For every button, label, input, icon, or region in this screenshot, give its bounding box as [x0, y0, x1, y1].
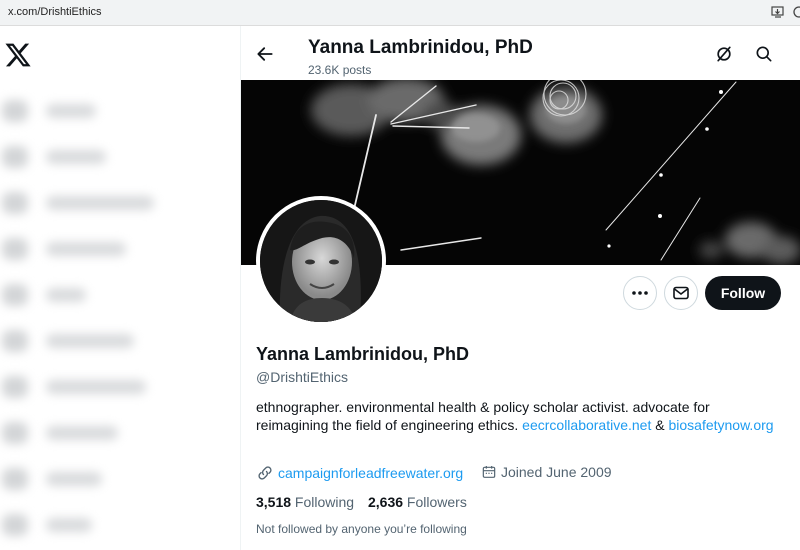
- joined-text: Joined June 2009: [501, 464, 612, 480]
- bio-ampersand: &: [651, 417, 669, 433]
- header-post-count: 23.6K posts: [308, 63, 372, 77]
- browser-address-bar[interactable]: x.com/DrishtiEthics: [0, 0, 800, 26]
- message-icon: [673, 286, 689, 300]
- followers-count: 2,636: [368, 494, 404, 510]
- more-icon: [632, 291, 648, 295]
- followers-stat[interactable]: 2,636 Followers: [368, 494, 467, 510]
- header-title: Yanna Lambrinidou, PhD: [308, 37, 533, 58]
- profile-bio: ethnographer. environmental health & pol…: [256, 398, 776, 434]
- profile-header-bar: Yanna Lambrinidou, PhD 23.6K posts: [241, 26, 800, 80]
- url-text[interactable]: x.com/DrishtiEthics: [8, 6, 102, 18]
- followers-label: Followers: [403, 494, 467, 510]
- profile-handle: @DrishtiEthics: [256, 369, 349, 385]
- nav-item-home[interactable]: [0, 98, 200, 124]
- following-stat[interactable]: 3,518 Following: [256, 494, 354, 510]
- profile-join-date: Joined June 2009: [481, 464, 612, 480]
- more-options-button[interactable]: [623, 276, 657, 310]
- extension-icon[interactable]: [792, 5, 800, 19]
- bio-link-biosafety[interactable]: biosafetynow.org: [668, 417, 773, 433]
- left-navigation-sidebar: [0, 26, 241, 550]
- website-link[interactable]: campaignforleadfreewater.org: [278, 465, 463, 481]
- nav-item-more[interactable]: [0, 512, 200, 538]
- install-app-icon[interactable]: [771, 5, 785, 19]
- follow-button[interactable]: Follow: [705, 276, 781, 310]
- nav-item-notifications[interactable]: [0, 190, 200, 216]
- search-icon[interactable]: [754, 44, 774, 64]
- nav-item-profile[interactable]: [0, 466, 200, 492]
- following-count: 3,518: [256, 494, 292, 510]
- profile-avatar[interactable]: [256, 196, 386, 326]
- profile-display-name: Yanna Lambrinidou, PhD: [256, 344, 470, 364]
- nav-item-grok[interactable]: [0, 282, 200, 308]
- following-label: Following: [291, 494, 355, 510]
- profile-website: campaignforleadfreewater.org: [256, 464, 463, 482]
- nav-item-explore[interactable]: [0, 144, 200, 170]
- profile-main-column: Yanna Lambrinidou, PhD 23.6K posts Follo…: [241, 26, 800, 550]
- nav-item-communities[interactable]: [0, 374, 200, 400]
- mutual-followers-note: Not followed by anyone you’re following: [256, 522, 467, 536]
- link-icon: [258, 466, 272, 480]
- nav-item-messages[interactable]: [0, 236, 200, 262]
- nav-item-premium[interactable]: [0, 420, 200, 446]
- grok-icon[interactable]: [714, 44, 734, 64]
- bio-link-eecr[interactable]: eecrcollaborative.net: [522, 417, 651, 433]
- message-button[interactable]: [664, 276, 698, 310]
- nav-item-bookmarks[interactable]: [0, 328, 200, 354]
- x-logo-icon[interactable]: [4, 41, 32, 69]
- back-arrow-icon[interactable]: [255, 44, 275, 64]
- calendar-icon: [482, 466, 496, 478]
